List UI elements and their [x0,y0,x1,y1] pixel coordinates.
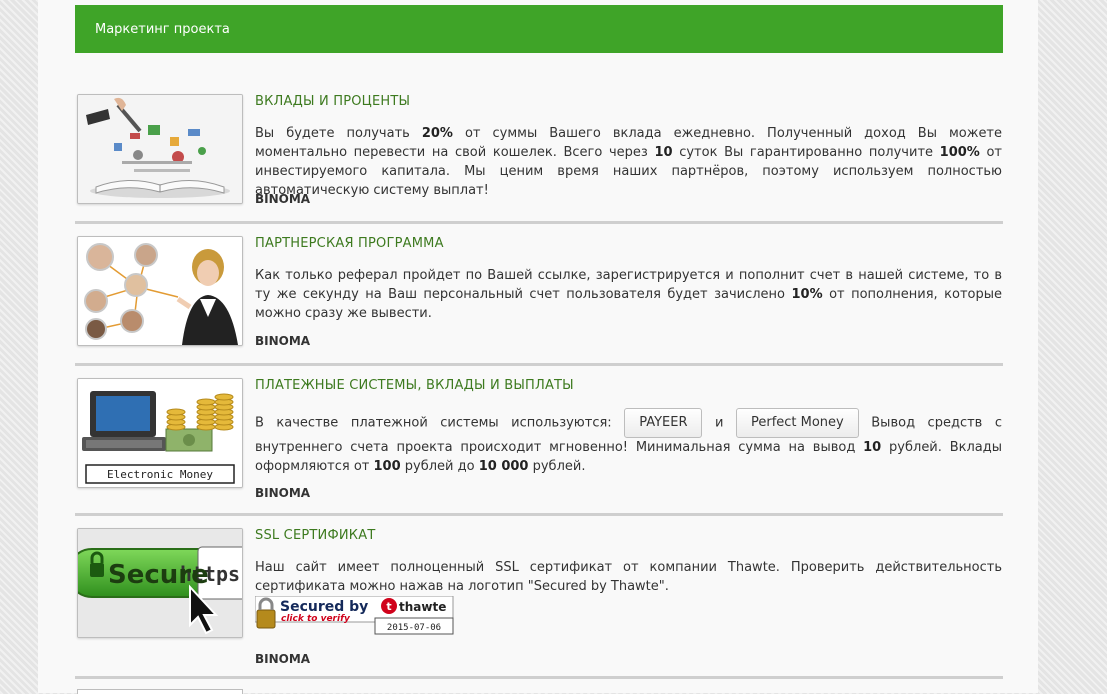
ssl-secure-image: https:// Secure [77,528,243,638]
section-header-title: Маркетинг проекта [95,22,230,37]
item-content: ПАРТНЕРСКАЯ ПРОГРАММА Как только реферал… [255,236,1002,348]
item-title: ПЛАТЕЖНЫЕ СИСТЕМЫ, ВКЛАДЫ И ВЫПЛАТЫ [255,378,574,393]
item-description: Как только реферал пройдет по Вашей ссыл… [255,268,1002,321]
list-item: https:// Secure SSL СЕРТИФИКАТ Наш сайт … [75,527,1003,679]
item-signature: BINOMA [255,652,311,666]
item-title: SSL СЕРТИФИКАТ [255,528,376,543]
list-item: ВКЛАДЫ И ПРОЦЕНТЫ Вы будете получать 20%… [75,93,1003,224]
next-item-thumbnail [77,689,243,694]
item-title: ВКЛАДЫ И ПРОЦЕНТЫ [255,94,411,109]
svg-text:click to verify: click to verify [281,614,351,624]
item-description: В качестве платежной системы используютс… [255,408,1002,476]
perfect-money-button[interactable]: Perfect Money [735,408,859,438]
svg-text:2015-07-06: 2015-07-06 [387,623,441,633]
item-signature: BINOMA [255,334,311,348]
item-title: ПАРТНЕРСКАЯ ПРОГРАММА [255,236,444,251]
item-content: ВКЛАДЫ И ПРОЦЕНТЫ Вы будете получать 20%… [255,94,1003,206]
svg-text:Electronic Money: Electronic Money [107,468,213,481]
item-signature: BINOMA [255,192,311,206]
item-description: Наш сайт имеет полноценный SSL сертифика… [255,560,1002,594]
page-container: Маркетинг проекта ВКЛАДЫ И ПРОЦЕНТЫ Вы б… [38,0,1038,694]
svg-text:Secured by: Secured by [280,599,368,615]
item-content: ПЛАТЕЖНЫЕ СИСТЕМЫ, ВКЛАДЫ И ВЫПЛАТЫ В ка… [255,378,1002,500]
investment-book-image [77,94,243,204]
electronic-money-image: Electronic Money [77,378,243,488]
list-item: ПАРТНЕРСКАЯ ПРОГРАММА Как только реферал… [75,235,1003,366]
section-header: Маркетинг проекта [75,5,1003,53]
thawte-seal[interactable]: Secured by t thawte click to verify 2015… [254,595,455,636]
svg-text:thawte: thawte [399,600,446,614]
payeer-button[interactable]: PAYEER [624,408,703,438]
svg-text:Secure: Secure [108,560,209,590]
referral-network-image [77,236,243,346]
item-signature: BINOMA [255,486,311,500]
svg-text:t: t [386,600,391,613]
item-content: SSL СЕРТИФИКАТ Наш сайт имеет полноценны… [254,528,1002,666]
list-item: Electronic Money ПЛАТЕЖНЫЕ СИСТЕМЫ, ВКЛА… [75,377,1003,516]
list-item [75,689,1003,694]
item-description: Вы будете получать 20% от суммы Вашего в… [255,126,1003,198]
